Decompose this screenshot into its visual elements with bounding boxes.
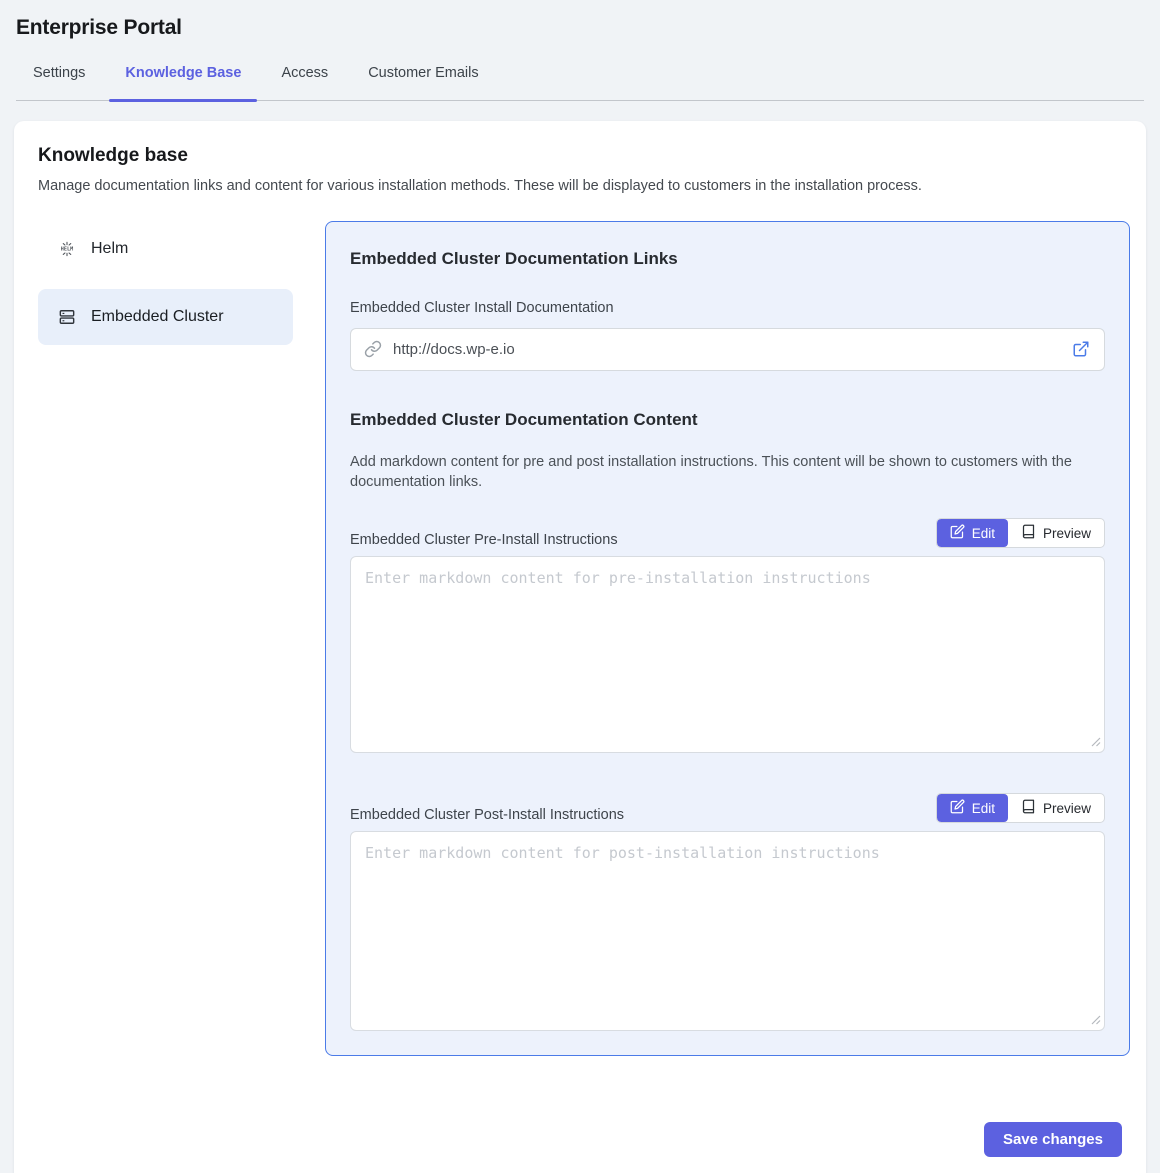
pre-install-preview-button[interactable]: Preview (1008, 519, 1104, 547)
pre-install-label-row: Embedded Cluster Pre-Install Instruction… (350, 518, 1105, 548)
knowledge-base-card: Knowledge base Manage documentation link… (14, 121, 1146, 1173)
card-description: Manage documentation links and content f… (38, 178, 1122, 194)
page-title: Enterprise Portal (16, 16, 1144, 40)
install-doc-field (350, 328, 1105, 371)
card-title: Knowledge base (38, 145, 1122, 167)
embedded-cluster-panel: Embedded Cluster Documentation Links Emb… (325, 221, 1130, 1056)
links-section-title: Embedded Cluster Documentation Links (350, 249, 1105, 269)
tab-settings[interactable]: Settings (17, 56, 101, 100)
install-doc-label: Embedded Cluster Install Documentation (350, 300, 1105, 316)
post-install-editor (350, 831, 1105, 1031)
svg-text:HELM: HELM (61, 247, 73, 253)
edit-button-label: Edit (972, 526, 995, 541)
tab-bar: Settings Knowledge Base Access Customer … (16, 56, 1144, 101)
helm-icon: HELM (57, 239, 77, 259)
resize-handle[interactable] (1091, 1015, 1101, 1025)
pre-install-label: Embedded Cluster Pre-Install Instruction… (350, 532, 618, 548)
page-header: Enterprise Portal Settings Knowledge Bas… (0, 0, 1160, 101)
footer-actions: Save changes (38, 1122, 1122, 1157)
tab-access[interactable]: Access (265, 56, 344, 100)
tab-knowledge-base[interactable]: Knowledge Base (109, 56, 257, 100)
preview-button-label: Preview (1043, 526, 1091, 541)
pre-install-mode-toggle: Edit Preview (936, 518, 1105, 548)
content-section-title: Embedded Cluster Documentation Content (350, 410, 1105, 430)
sidebar-item-label: Helm (91, 240, 128, 258)
content-row: HELM Helm Embedded Cluster E (38, 221, 1122, 1056)
tab-customer-emails[interactable]: Customer Emails (352, 56, 494, 100)
content-section-description: Add markdown content for pre and post in… (350, 452, 1100, 492)
sidebar-item-helm[interactable]: HELM Helm (38, 221, 293, 277)
post-install-label-row: Embedded Cluster Post-Install Instructio… (350, 793, 1105, 823)
post-install-edit-button[interactable]: Edit (937, 794, 1008, 822)
edit-icon (950, 524, 965, 542)
pre-install-editor (350, 556, 1105, 753)
edit-icon (950, 799, 965, 817)
sidebar-item-label: Embedded Cluster (91, 308, 224, 326)
post-install-preview-button[interactable]: Preview (1008, 794, 1104, 822)
post-install-mode-toggle: Edit Preview (936, 793, 1105, 823)
post-install-textarea[interactable] (350, 831, 1105, 1031)
install-doc-url-input[interactable] (350, 328, 1105, 371)
pre-install-textarea[interactable] (350, 556, 1105, 753)
preview-button-label: Preview (1043, 801, 1091, 816)
book-icon (1021, 524, 1036, 542)
resize-handle[interactable] (1091, 737, 1101, 747)
external-link-icon[interactable] (1072, 340, 1090, 363)
book-icon (1021, 799, 1036, 817)
post-install-label: Embedded Cluster Post-Install Instructio… (350, 807, 624, 823)
save-changes-button[interactable]: Save changes (984, 1122, 1122, 1157)
sidebar-item-embedded-cluster[interactable]: Embedded Cluster (38, 289, 293, 345)
install-method-nav: HELM Helm Embedded Cluster (38, 221, 293, 357)
server-stack-icon (57, 307, 77, 327)
edit-button-label: Edit (972, 801, 995, 816)
pre-install-edit-button[interactable]: Edit (937, 519, 1008, 547)
